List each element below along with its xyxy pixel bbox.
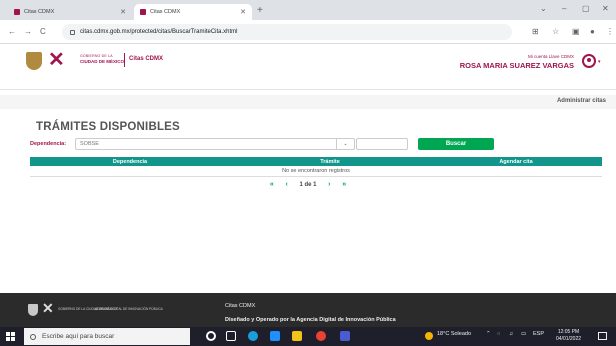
- weather-sun-icon[interactable]: [425, 332, 433, 340]
- gov-big-text: CIUDAD DE MÉXICO: [80, 59, 125, 64]
- chrome-icon[interactable]: [316, 331, 326, 341]
- footer-agency-text: AGENCIA DIGITAL DE INNOVACIÓN PÚBLICA: [95, 307, 163, 311]
- close-tab-icon[interactable]: ✕: [240, 8, 246, 16]
- task-view-icon[interactable]: [226, 331, 236, 341]
- site-favicon-icon: [14, 9, 20, 15]
- edge-browser-icon[interactable]: [248, 331, 258, 341]
- browser-toolbar: ← → C citas.cdmx.gob.mx/protected/citas/…: [0, 20, 616, 44]
- app-name[interactable]: Citas CDMX: [129, 56, 163, 62]
- column-header-dependency[interactable]: Dependencia: [30, 157, 230, 166]
- tab-search-icon[interactable]: ⌄: [540, 4, 547, 13]
- sidebar-icon[interactable]: ▣: [572, 27, 580, 36]
- close-tab-icon[interactable]: ✕: [120, 8, 126, 16]
- dependency-label: Dependencia:: [30, 141, 67, 147]
- weather-text[interactable]: 18°C Soleado: [437, 331, 471, 337]
- browser-tab[interactable]: Citas CDMX ✕: [8, 4, 132, 20]
- store-icon[interactable]: [270, 331, 280, 341]
- dependency-select[interactable]: SOBSE ⌄: [75, 138, 355, 150]
- site-favicon-icon: [140, 9, 146, 15]
- footer-credit: Diseñado y Operado por la Agencia Digita…: [225, 317, 396, 323]
- notifications-icon[interactable]: [598, 332, 607, 340]
- taskbar-search-placeholder: Escribe aquí para buscar: [42, 333, 115, 340]
- cdmx-x-logo-icon: ✕: [48, 49, 65, 71]
- footer-app-name: Citas CDMX: [225, 303, 256, 309]
- tab-title: Citas CDMX: [150, 9, 181, 15]
- tab-title: Citas CDMX: [24, 9, 55, 15]
- page-info: 1 de 1: [299, 182, 317, 188]
- back-icon[interactable]: ←: [8, 27, 16, 36]
- file-explorer-icon[interactable]: [292, 331, 302, 341]
- page-title: TRÁMITES DISPONIBLES: [36, 121, 180, 133]
- last-page-icon[interactable]: »: [342, 181, 346, 188]
- user-name[interactable]: ROSA MARIA SUAREZ VARGAS: [460, 61, 574, 70]
- minimize-icon[interactable]: –: [562, 4, 566, 13]
- menu-strip: Administrar citas: [0, 95, 616, 109]
- admin-appointments-link[interactable]: Administrar citas: [557, 98, 606, 104]
- windows-taskbar: Escribe aquí para buscar 18°C Soleado ⌃ …: [0, 327, 616, 346]
- forward-icon[interactable]: →: [24, 27, 32, 36]
- results-table: Dependencia Trámite Agendar cita No se e…: [30, 157, 602, 177]
- chevron-down-icon[interactable]: ▾: [598, 59, 601, 65]
- clock[interactable]: 12:05 PM 04/01/2022: [556, 329, 581, 343]
- network-icon[interactable]: ◌: [497, 331, 500, 337]
- account-label: Mi cuenta Llave CDMX: [527, 54, 574, 59]
- column-header-schedule: Agendar cita: [430, 157, 602, 166]
- url-text: citas.cdmx.gob.mx/protected/citas/Buscar…: [80, 29, 238, 35]
- city-shield-logo-icon: [28, 304, 38, 316]
- cdmx-x-logo-icon: ✕: [42, 300, 54, 316]
- maximize-icon[interactable]: ▢: [582, 4, 590, 13]
- search-icon: [30, 333, 36, 340]
- table-header-row: Dependencia Trámite Agendar cita: [30, 157, 602, 166]
- browser-menu-icon[interactable]: ⋮: [606, 27, 614, 36]
- column-header-procedure[interactable]: Trámite: [230, 157, 430, 166]
- keyboard-language[interactable]: ESP: [533, 331, 544, 337]
- bookmark-star-icon[interactable]: ☆: [552, 27, 559, 36]
- taskbar-search-box[interactable]: Escribe aquí para buscar: [24, 328, 190, 345]
- first-page-icon[interactable]: «: [270, 181, 274, 188]
- chevron-down-icon[interactable]: ⌄: [336, 139, 354, 149]
- browser-tab-strip: Citas CDMX ✕ Citas CDMX ✕ + ⌄ – ▢ ✕: [0, 0, 616, 20]
- logo-divider: [124, 53, 125, 67]
- cortana-icon[interactable]: [206, 331, 216, 341]
- dependency-extra-field[interactable]: [356, 138, 408, 150]
- site-footer: ✕ GOBIERNO DE LA CIUDAD DE MÉXICO AGENCI…: [0, 293, 616, 327]
- share-icon[interactable]: ⊞: [532, 27, 539, 36]
- dependency-value: SOBSE: [80, 141, 99, 147]
- clock-date: 04/01/2022: [556, 336, 582, 342]
- address-bar[interactable]: citas.cdmx.gob.mx/protected/citas/Buscar…: [62, 24, 512, 40]
- windows-start-icon[interactable]: [6, 332, 15, 341]
- user-avatar-icon[interactable]: [582, 54, 596, 68]
- browser-tab-active[interactable]: Citas CDMX ✕: [134, 4, 252, 20]
- clock-time: 12:05 PM: [557, 329, 580, 335]
- table-row: No se encontraron registros: [30, 166, 602, 177]
- search-button[interactable]: Buscar: [418, 138, 494, 150]
- lock-icon: [70, 29, 75, 35]
- profile-icon[interactable]: ●: [590, 27, 595, 36]
- empty-message: No se encontraron registros: [30, 166, 602, 177]
- tray-chevron-icon[interactable]: ⌃: [486, 331, 491, 337]
- next-page-icon[interactable]: ›: [328, 181, 330, 188]
- battery-icon[interactable]: ▭: [521, 331, 526, 337]
- city-shield-logo-icon: [26, 52, 42, 70]
- new-tab-button[interactable]: +: [257, 5, 263, 16]
- close-window-icon[interactable]: ✕: [602, 4, 609, 13]
- reload-icon[interactable]: C: [40, 27, 46, 36]
- prev-page-icon[interactable]: ‹: [285, 181, 287, 188]
- app-icon[interactable]: [340, 331, 350, 341]
- site-header: ✕ GOBIERNO DE LA CIUDAD DE MÉXICO Citas …: [0, 44, 616, 90]
- paginator: « ‹ 1 de 1 › »: [0, 181, 616, 193]
- gov-small-text: GOBIERNO DE LA: [80, 54, 113, 58]
- volume-icon[interactable]: ♫: [509, 331, 513, 337]
